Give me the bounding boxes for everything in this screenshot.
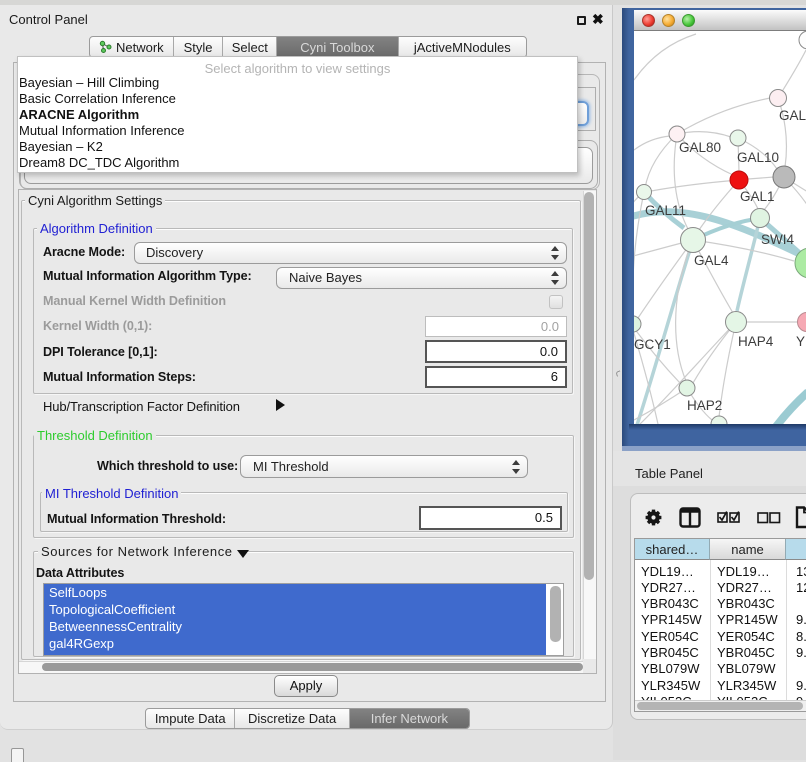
svg-text:GAL10: GAL10 xyxy=(737,150,779,165)
svg-text:YL: YL xyxy=(796,334,806,349)
svg-text:GAL11: GAL11 xyxy=(645,203,686,218)
svg-text:GAL4: GAL4 xyxy=(694,253,729,268)
svg-text:GAL2: GAL2 xyxy=(779,108,806,123)
svg-text:GAL80: GAL80 xyxy=(679,140,721,155)
svg-text:SWI4: SWI4 xyxy=(761,232,794,247)
svg-text:GAL1: GAL1 xyxy=(740,189,775,204)
svg-text:HAP2: HAP2 xyxy=(687,398,722,413)
svg-text:GCY1: GCY1 xyxy=(634,337,671,352)
svg-text:HAP4: HAP4 xyxy=(738,334,774,349)
